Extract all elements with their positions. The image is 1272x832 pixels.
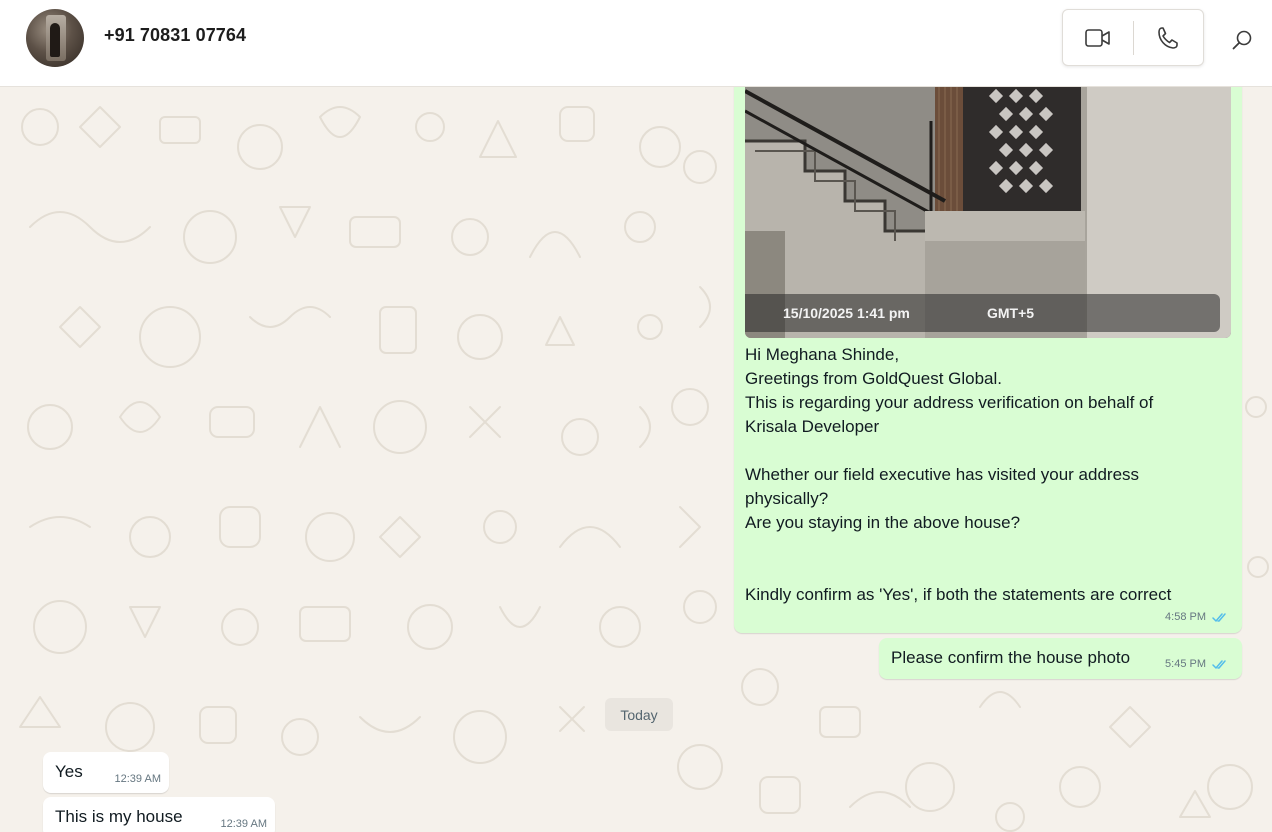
contact-avatar[interactable] (26, 9, 84, 67)
message-time: 12:39 AM (114, 773, 161, 785)
call-buttons-group (1062, 9, 1204, 66)
day-separator: Today (605, 698, 673, 731)
message-meta: 4:58 PM (1165, 611, 1228, 623)
message-line: Kindly confirm as 'Yes', if both the sta… (745, 585, 1172, 604)
outgoing-message-text: Hi Meghana Shinde, Greetings from GoldQu… (745, 343, 1225, 607)
outgoing-message[interactable]: Please confirm the house photo 5:45 PM (879, 638, 1242, 679)
message-line: physically? (745, 489, 829, 508)
video-camera-icon (1084, 28, 1110, 47)
message-line (745, 535, 1225, 559)
photo-timezone: GMT+5 (987, 305, 1035, 321)
message-text: Please confirm the house photo (891, 648, 1131, 667)
message-line (745, 439, 1225, 463)
message-time: 5:45 PM (1165, 658, 1206, 670)
incoming-message[interactable]: This is my house 12:39 AM (43, 797, 275, 832)
double-check-read-icon (1212, 659, 1226, 669)
message-text: This is my house (55, 807, 183, 826)
message-text: Yes (55, 762, 83, 781)
message-line: Whether our field executive has visited … (745, 465, 1140, 484)
chat-messages-area[interactable]: 15/10/2025 1:41 pm GMT+5 Hi Meghana Shin… (0, 87, 1272, 832)
message-line: Krisala Developer (745, 417, 880, 436)
message-line: Are you staying in the above house? (745, 513, 1021, 532)
photo-timestamp-overlay: 15/10/2025 1:41 pm GMT+5 (745, 294, 1220, 332)
contact-name[interactable]: +91 70831 07764 (104, 25, 246, 46)
message-line: Greetings from GoldQuest Global. (745, 369, 1003, 388)
video-call-button[interactable] (1063, 10, 1133, 65)
outgoing-message-image-text[interactable]: 15/10/2025 1:41 pm GMT+5 Hi Meghana Shin… (734, 87, 1242, 633)
avatar-photo-person (50, 23, 60, 57)
double-check-read-icon (1212, 612, 1226, 622)
message-line: Hi Meghana Shinde, (745, 345, 900, 364)
message-time: 4:58 PM (1165, 611, 1206, 623)
phone-icon (1158, 26, 1179, 49)
chat-header: +91 70831 07764 (0, 0, 1272, 87)
search-button[interactable] (1226, 24, 1258, 56)
incoming-message[interactable]: Yes 12:39 AM (43, 752, 169, 793)
message-line: This is regarding your address verificat… (745, 393, 1154, 412)
message-time: 12:39 AM (220, 818, 267, 830)
message-line (745, 559, 1225, 583)
photo-date: 15/10/2025 1:41 pm (783, 305, 910, 321)
message-meta: 5:45 PM (1165, 658, 1228, 670)
voice-call-button[interactable] (1134, 10, 1204, 65)
search-icon (1232, 30, 1252, 50)
house-photo[interactable]: 15/10/2025 1:41 pm GMT+5 (745, 87, 1231, 338)
